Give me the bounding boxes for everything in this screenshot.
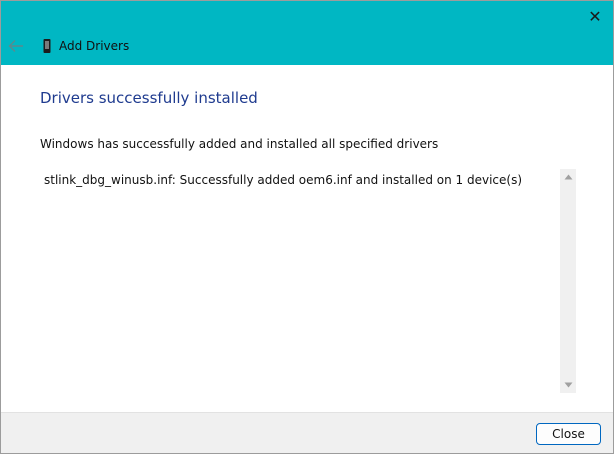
page-subtitle: Windows has successfully added and insta…: [40, 137, 439, 151]
footer-bar: Close: [1, 412, 613, 453]
chevron-up-icon[interactable]: [560, 169, 576, 185]
usb-device-icon: [41, 38, 53, 54]
window-title: Add Drivers: [59, 39, 130, 53]
title-bar: ✕ Add Drivers: [1, 1, 613, 65]
chevron-down-icon[interactable]: [560, 377, 576, 393]
add-drivers-window: ✕ Add Drivers Drivers successfully insta…: [0, 0, 614, 454]
close-button[interactable]: Close: [536, 423, 601, 445]
vertical-scrollbar[interactable]: [560, 169, 576, 393]
results-list[interactable]: stlink_dbg_winusb.inf: Successfully adde…: [40, 169, 576, 393]
page-heading: Drivers successfully installed: [40, 89, 258, 107]
content-area: Drivers successfully installed Windows h…: [1, 65, 613, 412]
back-arrow-icon[interactable]: [7, 37, 25, 55]
list-item: stlink_dbg_winusb.inf: Successfully adde…: [44, 173, 522, 187]
close-icon[interactable]: ✕: [585, 7, 605, 27]
